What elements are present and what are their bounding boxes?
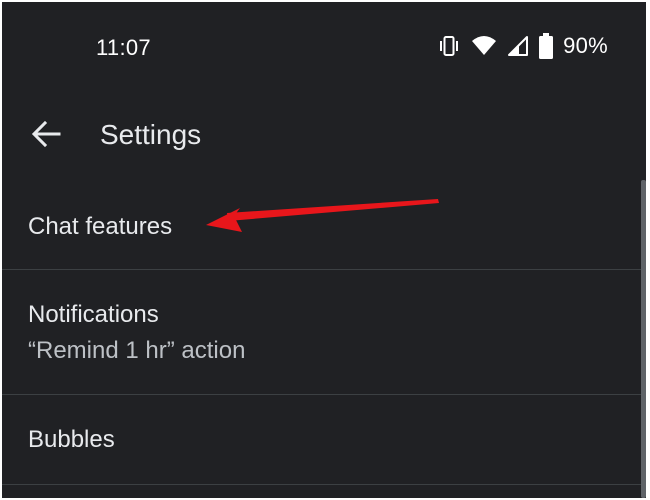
- battery-percentage: 90%: [563, 33, 608, 58]
- cellular-signal-icon: [507, 34, 529, 58]
- settings-item-label: Chat features: [28, 213, 173, 240]
- divider: [2, 484, 646, 485]
- settings-item-sublabel: “Remind 1 hr” action: [28, 337, 246, 364]
- toolbar: Settings: [2, 92, 646, 176]
- wifi-icon: [471, 34, 497, 58]
- status-icons: 90%: [437, 33, 608, 59]
- vibrate-icon: [437, 34, 461, 58]
- status-bar: 11:07 90%: [2, 2, 646, 90]
- settings-item-chat-features[interactable]: Chat features: [2, 180, 646, 269]
- settings-item-notifications[interactable]: Notifications “Remind 1 hr” action: [2, 270, 646, 394]
- settings-list: Chat features Notifications “Remind 1 hr…: [2, 180, 646, 485]
- battery-icon: [539, 33, 554, 59]
- status-time: 11:07: [96, 35, 151, 60]
- page-title: Settings: [100, 119, 202, 150]
- app-screen: 11:07 90% Settings Chat features Notific…: [2, 2, 646, 498]
- scrollbar[interactable]: [641, 180, 646, 498]
- settings-item-label: Notifications: [28, 301, 159, 328]
- settings-item-label: Bubbles: [28, 426, 115, 453]
- settings-item-bubbles[interactable]: Bubbles: [2, 395, 646, 484]
- arrow-back-icon: [31, 119, 61, 154]
- back-button[interactable]: [26, 116, 66, 156]
